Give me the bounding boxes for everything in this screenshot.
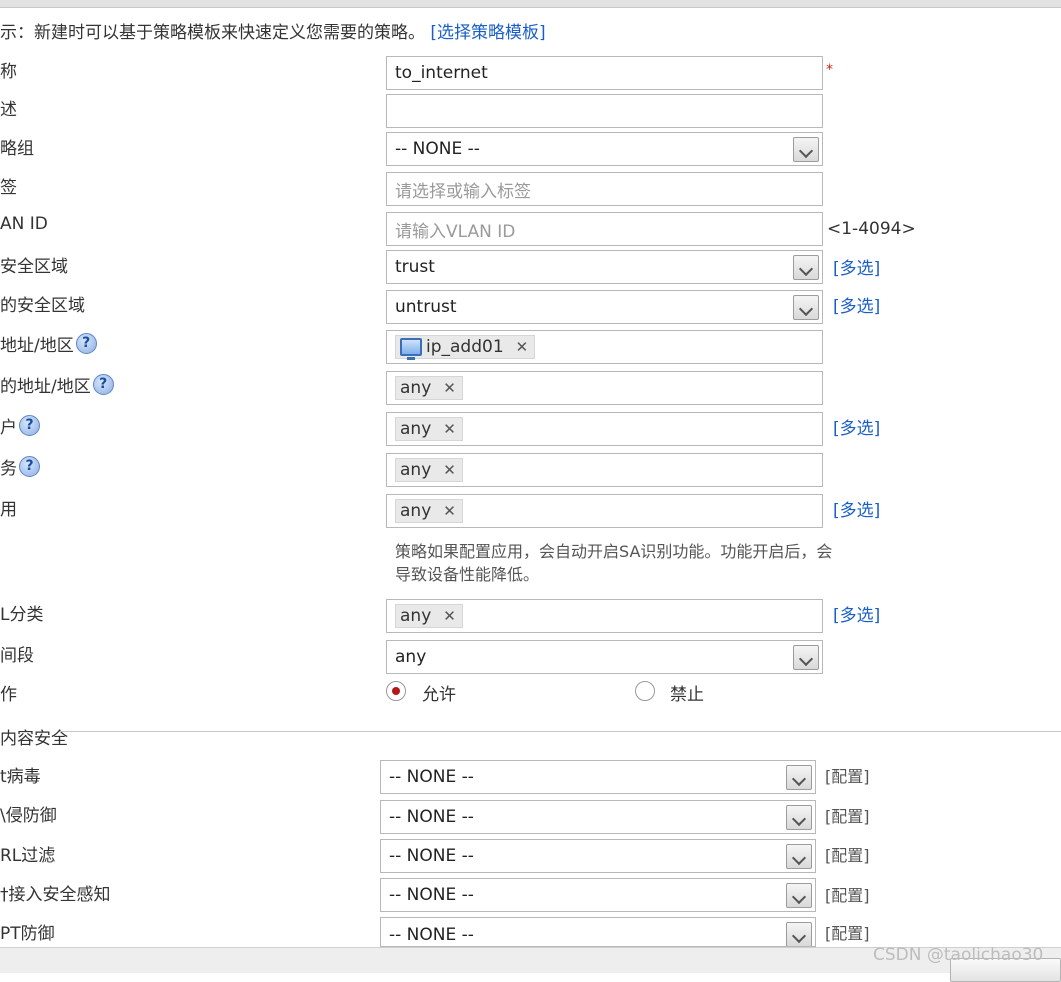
template-hint-text: 示：新建时可以基于策略模板来快速定义您需要的策略。 [0, 23, 425, 43]
source-zone-multiselect-link[interactable]: [多选] [833, 254, 880, 279]
action-allow-label: 允许 [422, 685, 456, 705]
destination-zone-label: 的安全区域 [0, 296, 85, 316]
destination-zone-select[interactable]: untrust [386, 290, 823, 324]
vlan-id-label: AN ID [0, 214, 48, 234]
application-note: 策略如果配置应用，会自动开启SA识别功能。功能开启后，会导致设备性能降低。 [395, 542, 833, 584]
intrusion-prevention-label: \侵防御 [0, 806, 57, 826]
policy-group-label: 略组 [0, 139, 34, 159]
url-filter-select[interactable]: -- NONE -- [380, 839, 816, 873]
service-field[interactable]: any ✕ [386, 453, 823, 487]
source-zone-select[interactable]: trust [386, 250, 823, 284]
chevron-down-icon[interactable] [786, 765, 812, 790]
user-label: 户 ? [0, 413, 40, 438]
destination-address-tag: any ✕ [395, 376, 463, 400]
description-input[interactable] [386, 94, 823, 128]
intrusion-prevention-select[interactable]: -- NONE -- [380, 800, 816, 834]
source-address-field[interactable]: ip_add01 ✕ [386, 330, 823, 364]
url-category-tag: any ✕ [395, 604, 463, 628]
help-icon[interactable]: ? [19, 456, 40, 477]
remove-tag-icon[interactable]: ✕ [516, 338, 529, 356]
source-zone-label: 安全区域 [0, 257, 68, 277]
chevron-down-icon[interactable] [793, 255, 819, 280]
antivirus-select[interactable]: -- NONE -- [380, 760, 816, 794]
apt-defense-config-link[interactable]: [配置] [825, 920, 870, 944]
help-icon[interactable]: ? [92, 374, 114, 395]
remove-tag-icon[interactable]: ✕ [443, 502, 456, 520]
watermark: CSDN @taolichao30 [873, 945, 1044, 965]
application-field[interactable]: any ✕ [386, 494, 823, 528]
chevron-down-icon[interactable] [793, 295, 819, 320]
remove-tag-icon[interactable]: ✕ [443, 379, 456, 397]
remove-tag-icon[interactable]: ✕ [443, 420, 456, 438]
computer-icon [400, 338, 422, 360]
terminal-access-security-label: †接入安全感知 [0, 885, 111, 905]
chevron-down-icon[interactable] [786, 922, 812, 946]
service-tag: any ✕ [395, 458, 463, 482]
chevron-down-icon[interactable] [786, 844, 812, 869]
chevron-down-icon[interactable] [793, 645, 819, 670]
select-template-link[interactable]: [选择策略模板] [430, 23, 545, 43]
time-range-label: 间段 [0, 646, 34, 666]
template-hint: 示：新建时可以基于策略模板来快速定义您需要的策略。 [选择策略模板] [0, 18, 546, 43]
terminal-access-security-select[interactable]: -- NONE -- [380, 878, 816, 912]
chevron-down-icon[interactable] [793, 137, 819, 162]
user-multiselect-link[interactable]: [多选] [833, 414, 880, 439]
time-range-select[interactable]: any [386, 640, 823, 674]
action-allow-radio[interactable] [386, 681, 406, 701]
url-category-field[interactable]: any ✕ [386, 599, 823, 633]
vlan-id-input[interactable]: 请输入VLAN ID [386, 212, 823, 246]
action-deny-label: 禁止 [670, 685, 704, 705]
destination-address-field[interactable]: any ✕ [386, 371, 823, 405]
application-multiselect-link[interactable]: [多选] [833, 496, 880, 521]
destination-address-label: 的地址/地区 ? [0, 372, 114, 397]
description-label: 述 [0, 100, 17, 120]
url-filter-config-link[interactable]: [配置] [825, 842, 870, 866]
url-filter-label: RL过滤 [0, 846, 56, 866]
terminal-access-security-config-link[interactable]: [配置] [825, 882, 870, 906]
url-category-label: L分类 [0, 605, 44, 625]
tag-label: 签 [0, 178, 17, 198]
content-security-title: 内容安全 [0, 729, 68, 749]
tag-input[interactable]: 请选择或输入标签 [386, 172, 823, 206]
help-icon[interactable]: ? [75, 333, 97, 354]
user-tag: any ✕ [395, 417, 463, 441]
remove-tag-icon[interactable]: ✕ [443, 607, 456, 625]
url-category-multiselect-link[interactable]: [多选] [833, 601, 880, 626]
intrusion-prevention-config-link[interactable]: [配置] [825, 803, 870, 827]
action-label: 作 [0, 685, 17, 705]
top-toolbar-strip [0, 0, 1061, 8]
source-address-tag: ip_add01 ✕ [395, 335, 536, 360]
application-tag: any ✕ [395, 499, 463, 523]
action-deny-radio[interactable] [635, 681, 655, 701]
chevron-down-icon[interactable] [786, 883, 812, 908]
antivirus-label: t病毒 [0, 767, 41, 787]
section-divider [60, 731, 1061, 732]
help-icon[interactable]: ? [19, 415, 40, 436]
destination-zone-multiselect-link[interactable]: [多选] [833, 292, 880, 317]
vlan-range-hint: <1-4094> [827, 219, 916, 239]
user-field[interactable]: any ✕ [386, 412, 823, 446]
apt-defense-label: PT防御 [0, 924, 55, 944]
source-address-label: 地址/地区 ? [0, 331, 97, 356]
name-label: 称 [0, 62, 17, 82]
antivirus-config-link[interactable]: [配置] [825, 763, 870, 787]
remove-tag-icon[interactable]: ✕ [443, 461, 456, 479]
name-input[interactable]: to_internet [386, 56, 823, 90]
service-label: 务 ? [0, 454, 40, 479]
policy-group-select[interactable]: -- NONE -- [386, 132, 823, 166]
application-label: 用 [0, 500, 17, 520]
chevron-down-icon[interactable] [786, 805, 812, 830]
apt-defense-select[interactable]: -- NONE -- [380, 917, 816, 947]
required-mark: * [826, 62, 833, 78]
